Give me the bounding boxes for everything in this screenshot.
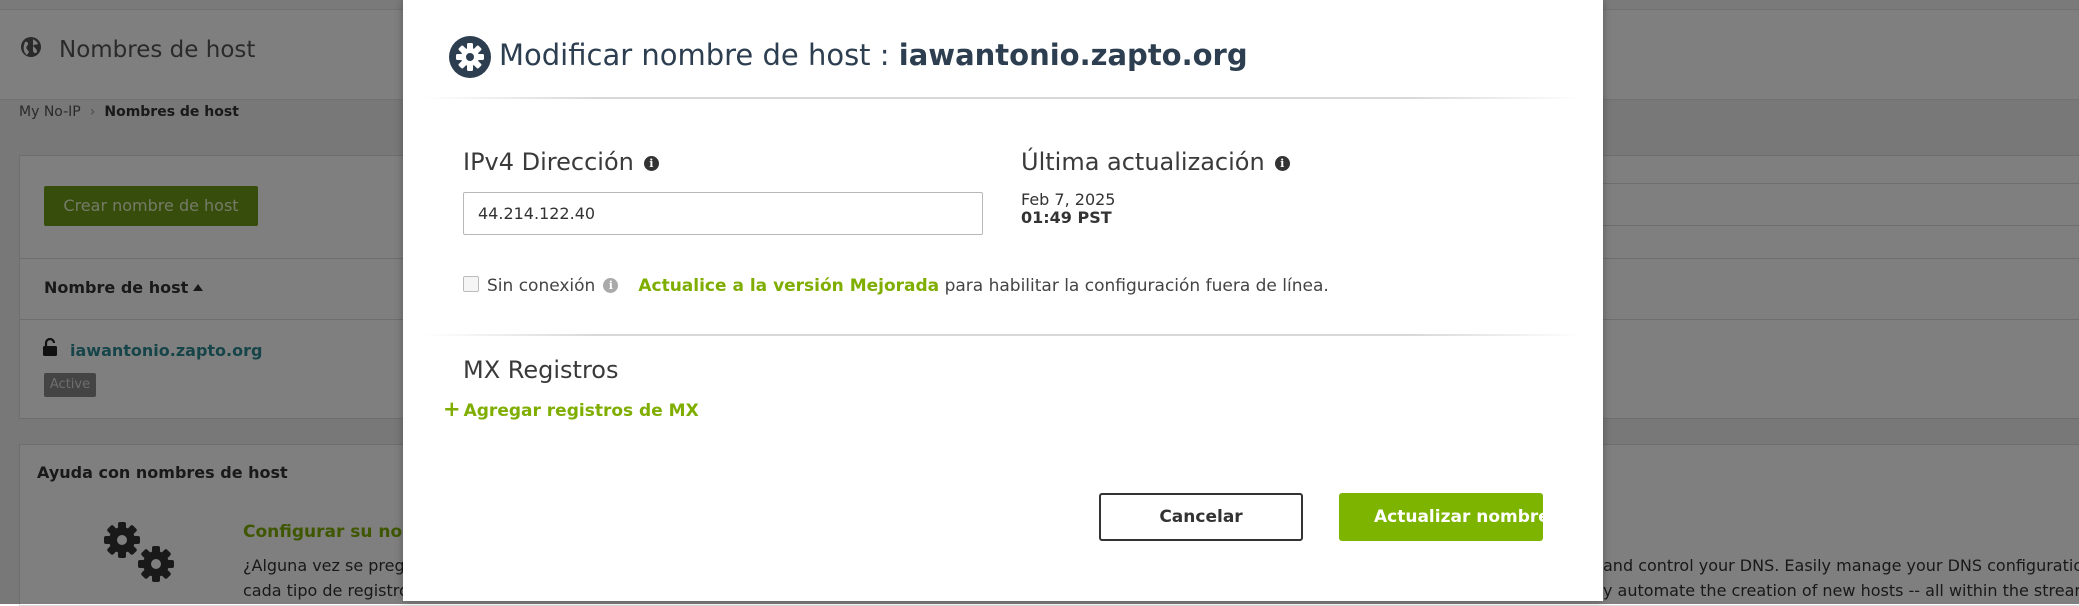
add-mx-label: Agregar registros de MX	[463, 401, 699, 421]
add-mx-records-link[interactable]: + Agregar registros de MX	[443, 397, 699, 421]
ipv4-address-input[interactable]	[463, 192, 983, 235]
upgrade-link[interactable]: Actualice a la versión Mejorada	[638, 276, 939, 296]
offline-row: Sin conexión i Actualice a la versión Mejo…	[463, 276, 1329, 296]
offline-checkbox[interactable]	[463, 276, 479, 292]
info-icon[interactable]: i	[603, 278, 619, 293]
modal-divider	[423, 334, 1583, 336]
modal-title-hostname: iawantonio.zapto.org	[898, 38, 1248, 72]
modal-title-prefix: Modificar nombre de host	[499, 38, 871, 72]
ipv4-label-text: IPv4 Dirección	[463, 148, 634, 176]
last-update-date: Feb 7, 2025	[1021, 190, 1116, 209]
last-update-label-text: Última actualización	[1021, 148, 1265, 176]
upgrade-suffix: para habilitar la configuración fuera de…	[944, 276, 1329, 296]
offline-label: Sin conexión	[487, 276, 596, 296]
plus-icon: +	[443, 397, 461, 421]
last-update-time: 01:49 PST	[1021, 208, 1112, 227]
cancel-button[interactable]: Cancelar	[1099, 493, 1303, 541]
ipv4-label: IPv4 Dirección i	[463, 148, 659, 176]
update-hostname-button[interactable]: Actualizar nombre de	[1339, 493, 1543, 541]
edit-hostname-modal: Modificar nombre de host : iawantonio.za…	[403, 0, 1603, 601]
modal-title: Modificar nombre de host : iawantonio.za…	[499, 38, 1248, 72]
update-button-wrap: Actualizar nombre de	[1339, 493, 1543, 541]
info-icon[interactable]: i	[1274, 156, 1290, 171]
mx-records-title: MX Registros	[463, 356, 619, 384]
gear-icon	[449, 36, 491, 78]
info-icon[interactable]: i	[643, 156, 659, 171]
last-update-label: Última actualización i	[1021, 148, 1290, 176]
modal-divider	[423, 97, 1583, 99]
modal-title-separator: :	[879, 38, 890, 72]
